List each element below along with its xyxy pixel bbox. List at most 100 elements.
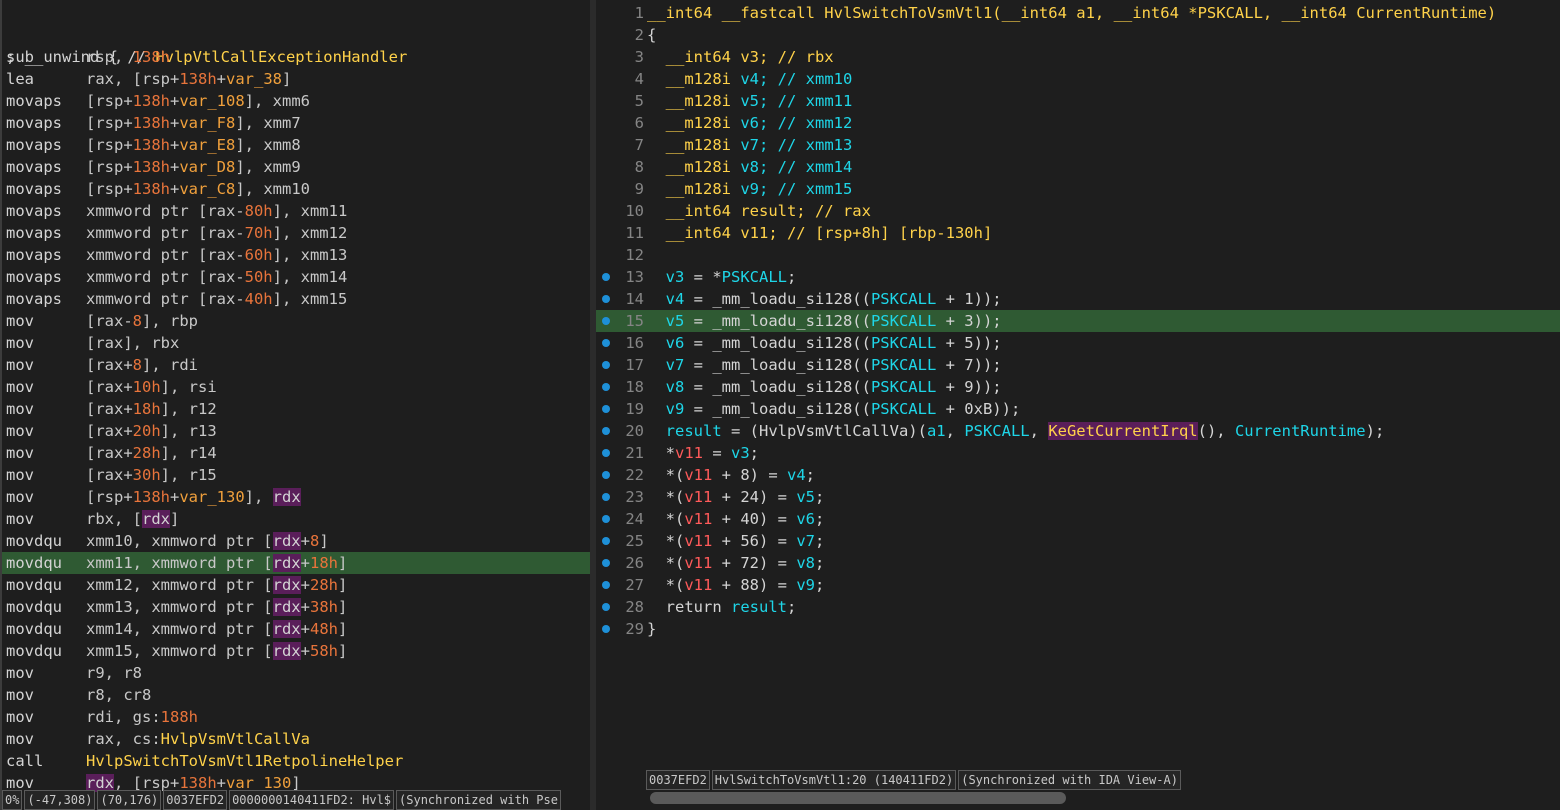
disasm-line[interactable]: mov r9, r8 [2, 662, 590, 684]
mnemonic[interactable]: movaps [6, 156, 62, 178]
code-token[interactable]: = _mm_loadu_si128(( [684, 400, 871, 418]
disasm-line[interactable]: mov [rax+20h], r13 [2, 420, 590, 442]
code-token[interactable]: v11 [684, 466, 712, 484]
code-token[interactable]: xmm15, xmmword ptr [ [86, 642, 273, 660]
code-token[interactable]: __m128i [647, 136, 740, 154]
code-token[interactable]: [rax+ [86, 444, 133, 462]
code-token[interactable]: xmmword ptr [rax- [86, 202, 245, 220]
code-token[interactable]: 70h [245, 224, 273, 242]
code-token[interactable]: xmmword ptr [rax- [86, 290, 245, 308]
code-token[interactable]: PSKCALL [722, 268, 787, 286]
code-token[interactable]: ], rbp [142, 312, 198, 330]
code-token[interactable]: 40h [245, 290, 273, 308]
pseudocode-line[interactable]: 28 return result; [596, 596, 1560, 618]
code-token[interactable]: v6; // xmm12 [740, 114, 852, 132]
code-token[interactable]: v6 [647, 334, 685, 352]
code-token[interactable]: __int64 result; // rax [647, 202, 871, 220]
disasm-line[interactable]: mov [rax], rbx [2, 332, 590, 354]
code-token[interactable]: { [647, 26, 656, 44]
code-token[interactable]: ; [750, 444, 759, 462]
code-token[interactable]: [rsp+ [86, 158, 133, 176]
code-token[interactable]: ], xmm14 [273, 268, 348, 286]
disasm-line[interactable]: mov [rax+28h], r14 [2, 442, 590, 464]
code-token[interactable]: ], xmm13 [273, 246, 348, 264]
code-token[interactable]: v3 [647, 268, 685, 286]
code-token[interactable]: *( [647, 554, 685, 572]
code-token[interactable]: v7; // xmm13 [740, 136, 852, 154]
mnemonic[interactable]: movaps [6, 288, 62, 310]
disasm-line[interactable]: movaps xmmword ptr [rax-50h], xmm14 [2, 266, 590, 288]
disasm-line[interactable]: movaps xmmword ptr [rax-80h], xmm11 [2, 200, 590, 222]
code-token[interactable]: rsp, [86, 48, 133, 66]
code-token[interactable]: 38h [310, 598, 338, 616]
code-token[interactable]: ], xmm6 [245, 92, 310, 110]
horizontal-scrollbar[interactable] [650, 792, 1066, 804]
disasm-line[interactable]: mov [rax+30h], r15 [2, 464, 590, 486]
code-token[interactable]: [rax+ [86, 400, 133, 418]
code-token[interactable]: xmm11, xmmword ptr [ [86, 554, 273, 572]
code-token[interactable]: 50h [245, 268, 273, 286]
disasm-line[interactable]: movdqu xmm12, xmmword ptr [rdx+28h] [2, 574, 590, 596]
code-token[interactable]: v11 [684, 576, 712, 594]
code-token[interactable]: 138h [133, 180, 170, 198]
code-token[interactable]: PSKCALL [871, 334, 936, 352]
disasm-line-current[interactable]: movdqu xmm11, xmmword ptr [rdx+18h] [2, 552, 590, 574]
code-token[interactable]: 20h [133, 422, 161, 440]
code-token[interactable]: v4 [787, 466, 806, 484]
code-token[interactable]: = (HvlpVsmVtlCallVa)( [722, 422, 927, 440]
mnemonic[interactable]: mov [6, 420, 34, 442]
pseudocode-line-current[interactable]: 15 v5 = _mm_loadu_si128((PSKCALL + 3)); [596, 310, 1560, 332]
mnemonic[interactable]: movaps [6, 178, 62, 200]
code-token[interactable]: v4; // xmm10 [740, 70, 852, 88]
code-token[interactable]: ], xmm8 [235, 136, 300, 154]
pseudocode-line[interactable]: 27 *(v11 + 88) = v9; [596, 574, 1560, 596]
mnemonic[interactable]: mov [6, 508, 34, 530]
code-token[interactable]: [rax+ [86, 356, 133, 374]
disasm-line[interactable]: call HvlpSwitchToVsmVtl1RetpolineHelper [2, 750, 590, 772]
code-token[interactable]: + [301, 532, 310, 550]
code-token[interactable]: 138h [133, 114, 170, 132]
code-token[interactable]: xmmword ptr [rax- [86, 246, 245, 264]
disasm-line[interactable]: movaps [rsp+138h+var_E8], xmm8 [2, 134, 590, 156]
code-token[interactable]: = _mm_loadu_si128(( [684, 356, 871, 374]
highlighted-token[interactable]: rdx [272, 554, 301, 572]
code-token[interactable]: __m128i [647, 158, 740, 176]
code-token[interactable]: 138h [133, 92, 170, 110]
mnemonic[interactable]: mov [6, 354, 34, 376]
disasm-line[interactable]: mov [rsp+138h+var_130], rdx [2, 486, 590, 508]
highlighted-token[interactable]: KeGetCurrentIrql [1048, 422, 1198, 440]
highlighted-token[interactable]: rdx [272, 598, 301, 616]
mnemonic[interactable]: mov [6, 442, 34, 464]
pseudocode-line[interactable]: 8 __m128i v8; // xmm14 [596, 156, 1560, 178]
disasm-line[interactable]: mov rax, cs:HvlpVsmVtlCallVa [2, 728, 590, 750]
code-token[interactable]: HvlpSwitchToVsmVtl1RetpolineHelper [86, 752, 403, 770]
code-token[interactable]: ); [1366, 422, 1385, 440]
code-token[interactable]: , [946, 422, 965, 440]
code-token[interactable]: (), [1198, 422, 1235, 440]
code-token[interactable]: + [301, 554, 310, 572]
disasm-line[interactable]: movaps xmmword ptr [rax-60h], xmm13 [2, 244, 590, 266]
highlighted-token[interactable]: rdx [272, 642, 301, 660]
highlighted-token[interactable]: rdx [272, 576, 301, 594]
code-token[interactable]: ] [338, 576, 347, 594]
disasm-line[interactable]: movaps [rsp+138h+var_F8], xmm7 [2, 112, 590, 134]
code-token[interactable]: 58h [310, 642, 338, 660]
code-token[interactable]: [rax+ [86, 422, 133, 440]
mnemonic[interactable]: mov [6, 728, 34, 750]
code-token[interactable]: PSKCALL [964, 422, 1029, 440]
mnemonic[interactable]: movdqu [6, 530, 62, 552]
code-token[interactable]: 30h [133, 466, 161, 484]
code-token[interactable]: var_130 [179, 488, 244, 506]
mnemonic[interactable]: mov [6, 486, 34, 508]
code-token[interactable]: ], xmm12 [273, 224, 348, 242]
pseudocode-line[interactable]: 16 v6 = _mm_loadu_si128((PSKCALL + 5)); [596, 332, 1560, 354]
pseudocode-line[interactable]: 17 v7 = _mm_loadu_si128((PSKCALL + 7)); [596, 354, 1560, 376]
code-token[interactable]: 188h [161, 708, 198, 726]
code-token[interactable]: v11 [684, 554, 712, 572]
code-token[interactable]: v11 [684, 488, 712, 506]
pseudocode-line[interactable]: 12 [596, 244, 1560, 266]
disasm-line[interactable]: mov r8, cr8 [2, 684, 590, 706]
code-token[interactable]: 60h [245, 246, 273, 264]
code-token[interactable]: v9 [796, 576, 815, 594]
code-token[interactable]: ], [245, 488, 273, 506]
